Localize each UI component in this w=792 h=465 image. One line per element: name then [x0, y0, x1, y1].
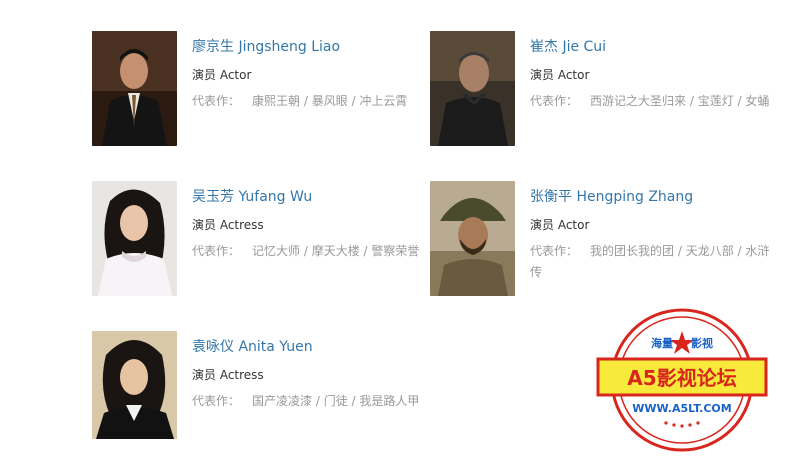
work-link[interactable]: 我的团长我的团	[590, 244, 674, 258]
works-label: 代表作：	[192, 94, 241, 108]
work-link[interactable]: 女蛹	[745, 94, 769, 108]
celebrity-name[interactable]: 崔杰 Jie Cui	[530, 37, 770, 57]
celebrity-photo[interactable]	[430, 31, 515, 146]
work-link[interactable]: 天龙八部	[686, 244, 734, 258]
work-link[interactable]: 警察荣誉	[371, 244, 419, 258]
work-link[interactable]: 康熙王朝	[252, 94, 300, 108]
celebrity-role: 演员 Actor	[530, 68, 590, 82]
work-link[interactable]: 门徒	[324, 394, 348, 408]
works-label: 代表作：	[192, 244, 241, 258]
celebrity-photo[interactable]	[430, 181, 515, 296]
celebrity-card: 张衡平 Hengping Zhang 演员 Actor 代表作： 我的团长我的团 …	[430, 181, 770, 297]
celebrity-role: 演员 Actress	[192, 368, 264, 382]
celebrity-photo[interactable]	[92, 331, 177, 446]
celebrity-name[interactable]: 吴玉芳 Yufang Wu	[192, 187, 432, 207]
works-list: 代表作： 西游记之大圣归来 / 宝莲灯 / 女蛹	[530, 94, 770, 108]
portrait-image	[92, 181, 177, 296]
celebrity-photo[interactable]	[92, 31, 177, 146]
portrait-image	[92, 331, 177, 439]
work-link[interactable]: 暴风眼	[312, 94, 348, 108]
celebrity-card: 廖京生 Jingsheng Liao 演员 Actor 代表作： 康熙王朝 / 暴…	[92, 31, 432, 147]
work-link[interactable]: 我是路人甲	[359, 394, 419, 408]
celebrity-card: 吴玉芳 Yufang Wu 演员 Actress 代表作： 记忆大师 / 摩天大楼…	[92, 181, 432, 297]
works-list: 代表作： 国产凌凌漆 / 门徒 / 我是路人甲	[192, 394, 420, 408]
work-link[interactable]: 冲上云霄	[359, 94, 407, 108]
work-link[interactable]: 西游记之大圣归来	[590, 94, 686, 108]
celebrity-role: 演员 Actress	[192, 218, 264, 232]
works-list: 代表作： 康熙王朝 / 暴风眼 / 冲上云霄	[192, 94, 408, 108]
watermark-top-right: 影视	[691, 336, 713, 350]
work-link[interactable]: 宝莲灯	[698, 94, 734, 108]
watermark-stamp: 海量 影视 A5影视论坛 WWW.A5LT.COM	[590, 305, 775, 455]
celebrity-card: 袁咏仪 Anita Yuen 演员 Actress 代表作： 国产凌凌漆 / 门徒…	[92, 331, 432, 447]
portrait-image	[430, 31, 515, 146]
celebrity-name[interactable]: 张衡平 Hengping Zhang	[530, 187, 770, 207]
work-link[interactable]: 国产凌凌漆	[252, 394, 312, 408]
celebrity-role: 演员 Actor	[192, 68, 252, 82]
work-link[interactable]: 记忆大师	[252, 244, 300, 258]
watermark-title: A5影视论坛	[627, 366, 736, 390]
works-list: 代表作： 我的团长我的团 / 天龙八部 / 水浒传	[530, 244, 770, 279]
portrait-image	[430, 181, 515, 296]
celebrity-name[interactable]: 廖京生 Jingsheng Liao	[192, 37, 432, 57]
watermark-top-left: 海量	[651, 336, 673, 350]
works-label: 代表作：	[530, 94, 579, 108]
celebrity-card: 崔杰 Jie Cui 演员 Actor 代表作： 西游记之大圣归来 / 宝莲灯 /…	[430, 31, 770, 147]
portrait-image	[92, 31, 177, 146]
decor-stars-icon	[664, 421, 700, 428]
celebrity-photo[interactable]	[92, 181, 177, 296]
works-label: 代表作：	[192, 394, 241, 408]
work-link[interactable]: 摩天大楼	[312, 244, 360, 258]
works-list: 代表作： 记忆大师 / 摩天大楼 / 警察荣誉	[192, 244, 420, 258]
watermark-url: WWW.A5LT.COM	[632, 402, 731, 415]
celebrity-name[interactable]: 袁咏仪 Anita Yuen	[192, 337, 432, 357]
works-label: 代表作：	[530, 244, 579, 258]
celebrity-role: 演员 Actor	[530, 218, 590, 232]
